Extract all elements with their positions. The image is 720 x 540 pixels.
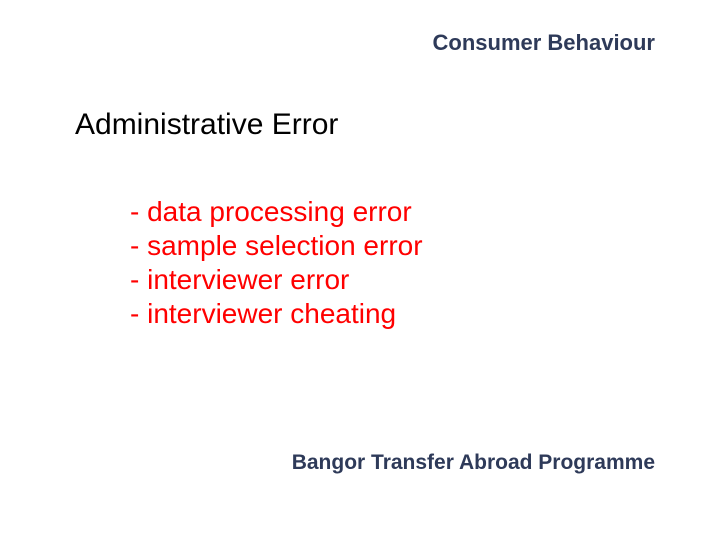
- list-item: - interviewer error: [130, 263, 423, 297]
- slide-header: Consumer Behaviour: [433, 30, 656, 56]
- list-item: - interviewer cheating: [130, 297, 423, 331]
- slide-footer: Bangor Transfer Abroad Programme: [292, 451, 655, 475]
- slide-title: Administrative Error: [75, 108, 338, 142]
- list-item: - data processing error: [130, 195, 423, 229]
- content-list: - data processing error - sample selecti…: [130, 195, 423, 332]
- list-item: - sample selection error: [130, 229, 423, 263]
